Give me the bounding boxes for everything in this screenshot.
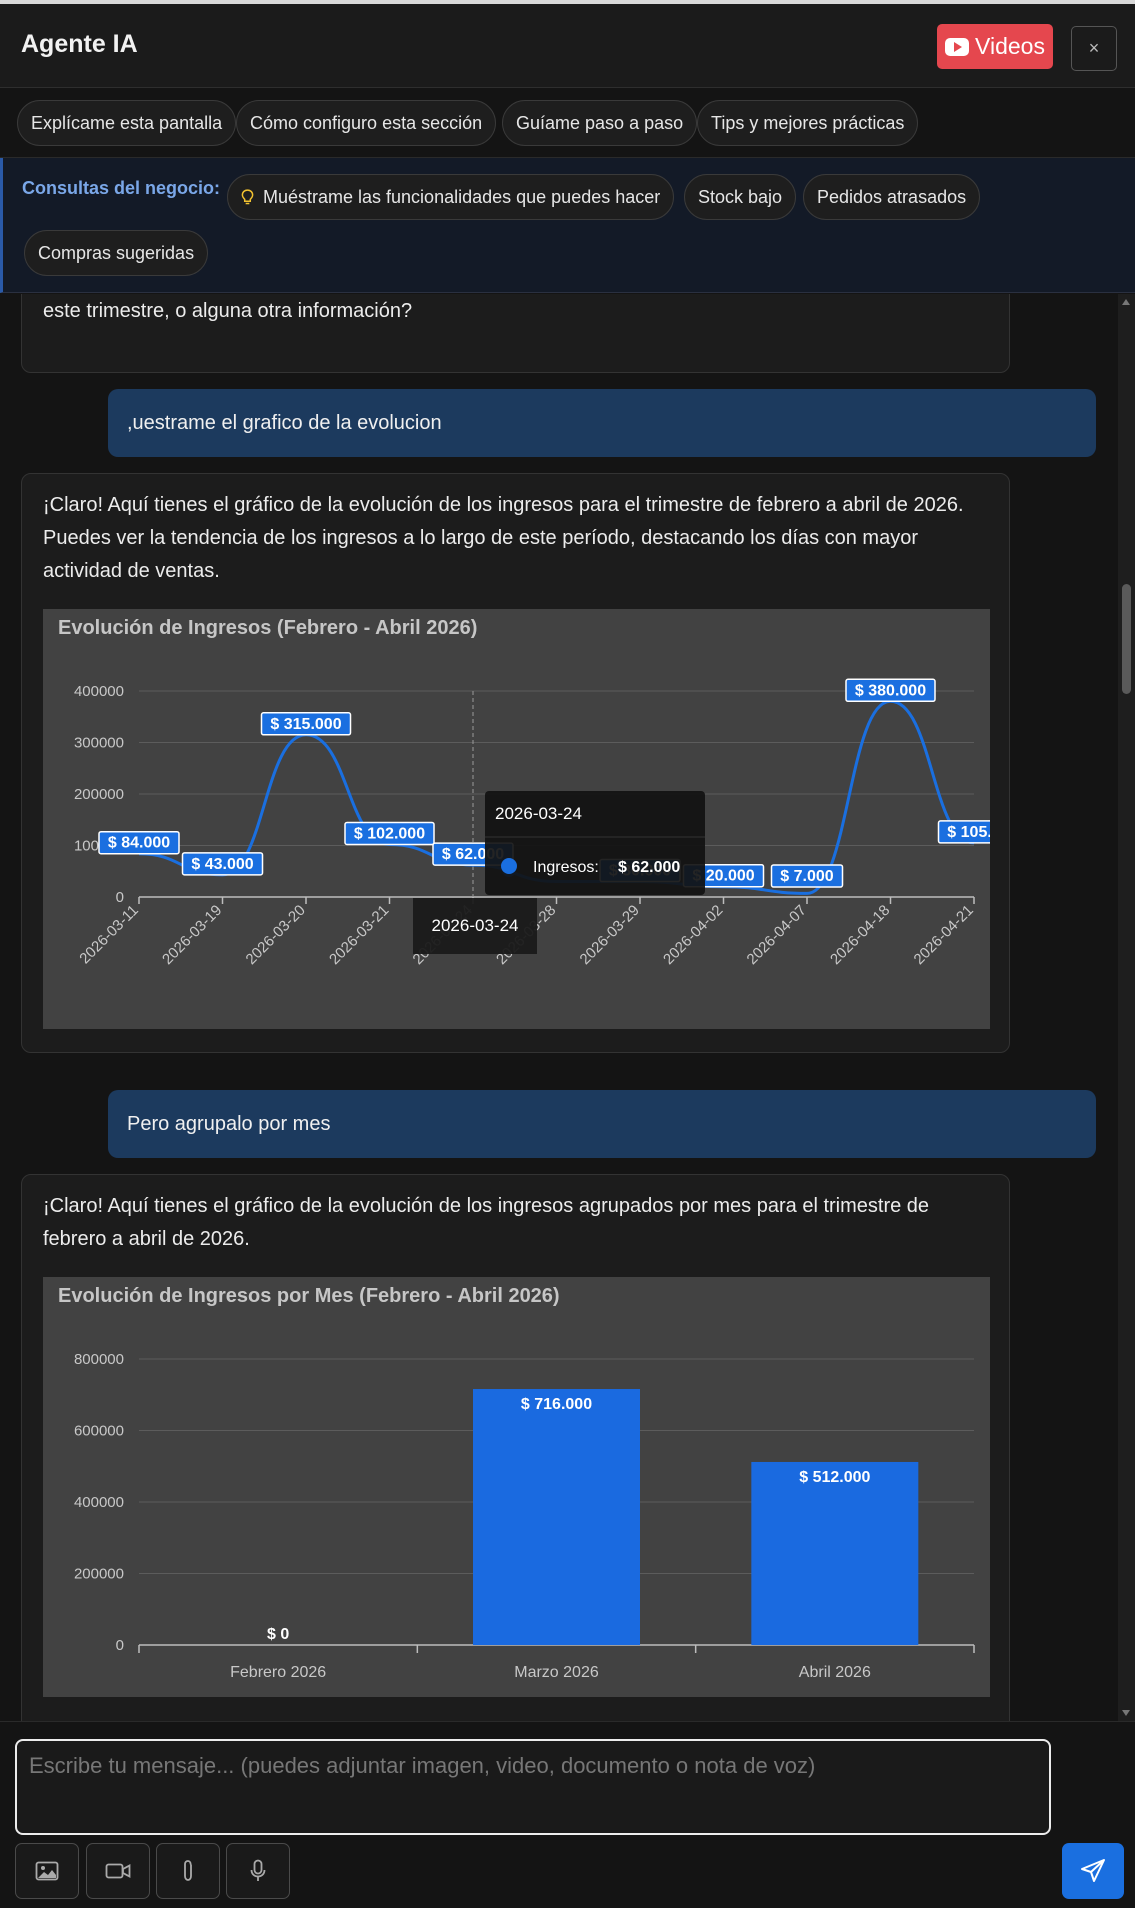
videos-button[interactable]: Videos <box>937 24 1053 69</box>
y-tick-label: 0 <box>116 889 124 906</box>
ai-message: ¡Claro! Aquí tienes el gráfico de la evo… <box>21 1174 1010 1721</box>
user-message: ,uestrame el grafico de la evolucion <box>108 389 1096 457</box>
line-chart[interactable]: 01000002000003000004000002026-03-112026-… <box>43 609 990 1029</box>
send-button[interactable] <box>1062 1843 1124 1899</box>
data-label: $ 84.000 <box>98 830 180 855</box>
attach-video-button[interactable] <box>86 1843 150 1899</box>
x-tick-label: 2026-04-02 <box>660 902 726 968</box>
y-tick-label: 600000 <box>74 1423 124 1440</box>
data-label: $ 7.000 <box>770 864 844 888</box>
ai-message-text: ¡Claro! Aquí tienes el gráfico de la evo… <box>43 1195 930 1250</box>
videos-button-label: Videos <box>975 33 1045 59</box>
business-queries-bar: Consultas del negocio: Muéstrame las fun… <box>0 158 1135 293</box>
scroll-up-icon[interactable] <box>1122 299 1130 305</box>
bar-chart[interactable]: 0 200000 400000 600000 800000 $ 0 Febrero 2026… <box>43 1277 990 1697</box>
bar <box>473 1389 640 1645</box>
composer <box>0 1721 1135 1908</box>
bar <box>751 1461 919 1645</box>
x-tick-label: 2026-04-07 <box>744 902 810 968</box>
x-tick-label: 2026-03-11 <box>76 902 141 967</box>
quick-actions-bar: Explícame esta pantalla Cómo configuro e… <box>0 88 1135 158</box>
y-tick-label: 300000 <box>74 735 124 752</box>
scroll-down-icon[interactable] <box>1122 1710 1130 1716</box>
business-queries-label: Consultas del negocio: <box>22 178 221 198</box>
axis-pointer-label: 2026-03-24 <box>413 898 537 954</box>
chart-title: Evolución de Ingresos (Febrero - Abril 2… <box>58 617 478 639</box>
app-title: Agente IA <box>21 30 138 58</box>
tooltip-value: $ 62.000 <box>618 859 680 876</box>
y-tick-label: 200000 <box>74 786 124 803</box>
ai-message-text: este trimestre, o alguna otra informació… <box>43 300 413 322</box>
x-tick-label: Abril 2026 <box>799 1664 871 1681</box>
x-tick-label: 2026-04-21 <box>911 902 977 968</box>
data-label-text: $ 84.000 <box>108 835 170 852</box>
chip-explain-screen[interactable]: Explícame esta pantalla <box>17 100 237 146</box>
ai-message: este trimestre, o alguna otra informació… <box>21 294 1010 373</box>
bar-value-label: $ 0 <box>267 1626 289 1643</box>
x-tick-label: 2026-03-21 <box>326 902 392 968</box>
close-button[interactable]: × <box>1071 26 1117 71</box>
chip-configure-section[interactable]: Cómo configuro esta sección <box>236 100 497 146</box>
tooltip: 2026-03-24 Ingresos: $ 62.000 <box>485 791 705 895</box>
tooltip-title: 2026-03-24 <box>495 804 582 823</box>
chip-low-stock[interactable]: Stock bajo <box>684 174 797 220</box>
data-label-text: $ 380.000 <box>855 682 926 699</box>
bar-chart-svg: 0 200000 400000 600000 800000 $ 0 Febrero 2026… <box>74 1351 975 1681</box>
send-icon <box>1081 1859 1105 1882</box>
x-tick-label: 2026-03-20 <box>243 902 309 968</box>
chat-messages[interactable]: este trimestre, o alguna otra informació… <box>0 294 1118 1721</box>
chip-show-features-label: Muéstrame las funcionalidades que puedes… <box>263 186 661 207</box>
tooltip-series-label: Ingresos: <box>533 859 599 876</box>
attach-document-button[interactable] <box>156 1843 220 1899</box>
data-label: $ 43.000 <box>181 852 264 876</box>
paperclip-icon <box>184 1860 192 1881</box>
scroll-thumb[interactable] <box>1122 584 1131 694</box>
voice-note-button[interactable] <box>226 1843 290 1899</box>
attach-image-button[interactable] <box>15 1843 79 1899</box>
header-bar: Agente IA Videos × <box>0 0 1135 88</box>
video-camera-icon <box>105 1863 131 1879</box>
x-tick-label: Febrero 2026 <box>230 1664 326 1681</box>
data-label: $ 380.000 <box>845 678 936 703</box>
bar-value-label: $ 512.000 <box>799 1469 870 1486</box>
chip-tips[interactable]: Tips y mejores prácticas <box>697 100 919 146</box>
y-tick-label: 0 <box>116 1637 124 1654</box>
y-tick-label: 800000 <box>74 1351 124 1368</box>
user-message: Pero agrupalo por mes <box>108 1090 1096 1158</box>
ai-message: ¡Claro! Aquí tienes el gráfico de la evo… <box>21 473 1010 1053</box>
data-label-text: $ 315.000 <box>270 716 341 733</box>
bar-value-label: $ 716.000 <box>521 1396 592 1413</box>
youtube-icon <box>945 37 970 56</box>
data-label-text: $ 7.000 <box>780 868 833 885</box>
data-label: $ 102.000 <box>344 821 435 846</box>
x-tick-label: 2026-04-18 <box>827 902 893 968</box>
line-chart-svg: 01000002000003000004000002026-03-112026-… <box>74 678 990 968</box>
axis-pointer-text: 2026-03-24 <box>432 916 519 935</box>
microphone-icon <box>250 1859 266 1881</box>
chip-show-features[interactable]: Muéstrame las funcionalidades que puedes… <box>227 174 675 220</box>
ai-message-text: ¡Claro! Aquí tienes el gráfico de la evo… <box>43 494 964 582</box>
data-label-text: $ 105.0 <box>947 824 990 841</box>
x-tick-label: 2026-03-29 <box>577 902 643 968</box>
data-label-text: $ 102.000 <box>354 825 425 842</box>
chat-scrollbar[interactable] <box>1118 294 1135 1721</box>
y-tick-label: 400000 <box>74 683 124 700</box>
message-input[interactable] <box>15 1739 1051 1835</box>
x-tick-label: Marzo 2026 <box>514 1664 599 1681</box>
y-tick-label: 400000 <box>74 1494 124 1511</box>
y-tick-label: 200000 <box>74 1566 124 1583</box>
lightbulb-icon <box>241 188 254 204</box>
tooltip-swatch <box>501 858 517 874</box>
data-label: $ 315.000 <box>260 712 352 736</box>
chip-suggested-purchases[interactable]: Compras sugeridas <box>24 230 209 276</box>
chart-title: Evolución de Ingresos por Mes (Febrero -… <box>58 1285 560 1307</box>
data-label: $ 105.0 <box>937 820 990 844</box>
chip-late-orders[interactable]: Pedidos atrasados <box>803 174 981 220</box>
chip-step-by-step[interactable]: Guíame paso a paso <box>502 100 698 146</box>
x-tick-label: 2026-03-19 <box>159 902 225 968</box>
data-label-text: $ 43.000 <box>191 856 253 873</box>
image-icon <box>35 1861 59 1881</box>
